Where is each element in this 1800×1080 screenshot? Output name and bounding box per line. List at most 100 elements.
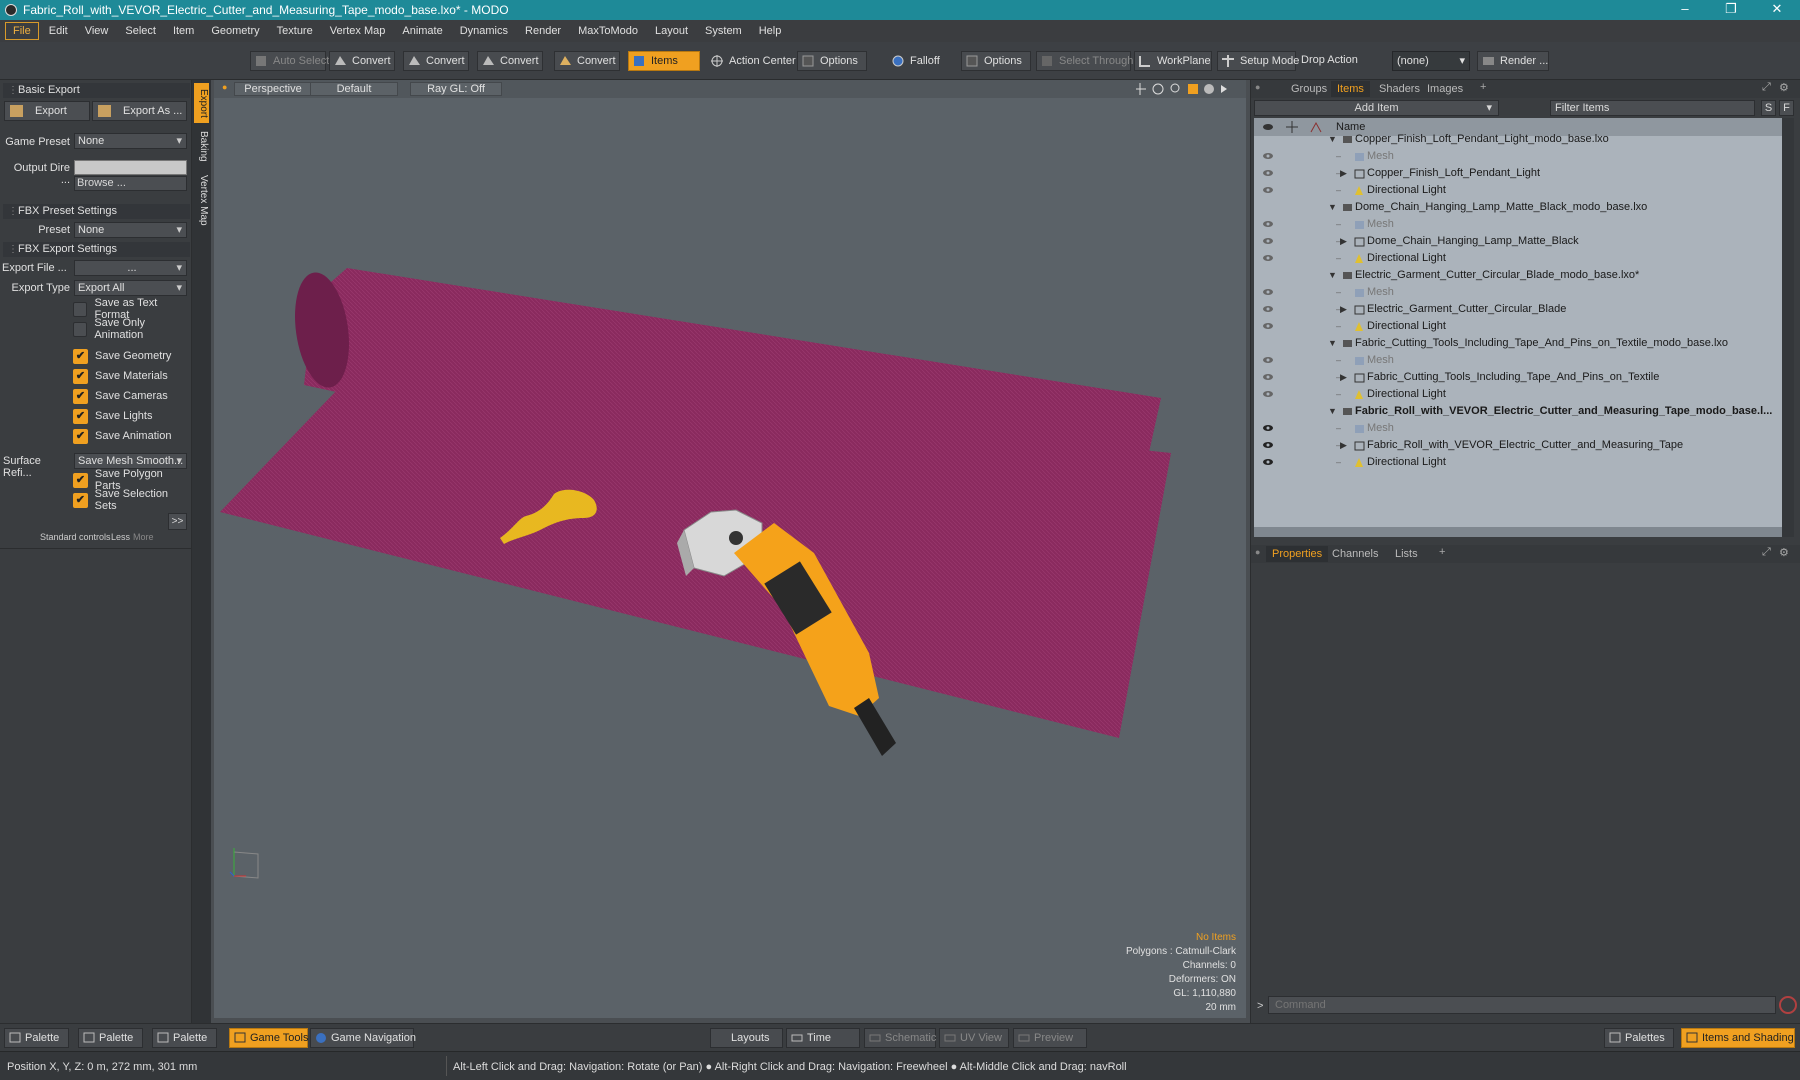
expand-arrow-icon[interactable]: ▼ (1328, 267, 1337, 284)
checkbox-save-materials[interactable]: ✔ Save Materials (73, 368, 168, 384)
setup-mode-button[interactable]: Setup Mode (1217, 51, 1299, 71)
items-and-shading-button[interactable]: Items and Shading (1681, 1028, 1795, 1048)
rotate-view-icon[interactable] (1152, 83, 1164, 95)
maximize-panel-icon[interactable]: ⤢ (1762, 81, 1771, 94)
game-navigation-button[interactable]: Game Navigation (310, 1028, 416, 1048)
collapse-arrow-icon[interactable]: ▶ (1340, 437, 1347, 454)
viewport-menu-icon[interactable]: ● (222, 82, 227, 92)
menu-dynamics[interactable]: Dynamics (453, 23, 515, 39)
mesh-row[interactable]: – Mesh (1254, 216, 1782, 233)
menu-view[interactable]: View (78, 23, 116, 39)
checkbox-save-lights[interactable]: ✔ Save Lights (73, 408, 152, 424)
menu-file[interactable]: File (5, 22, 39, 40)
visibility-eye-icon[interactable] (1263, 304, 1273, 314)
expand-arrow-icon[interactable]: ▼ (1328, 131, 1337, 148)
mesh-row[interactable]: – Mesh (1254, 352, 1782, 369)
menu-render[interactable]: Render (518, 23, 568, 39)
checkbox-unchecked-icon[interactable] (73, 321, 88, 337)
add-tab-icon[interactable]: + (1439, 546, 1445, 558)
group-row[interactable]: – ▶ Fabric_Roll_with_VEVOR_Electric_Cutter… (1254, 437, 1782, 454)
menu-animate[interactable]: Animate (395, 23, 449, 39)
fbx-export-settings-header[interactable]: FBX Export Settings (3, 242, 190, 257)
action-center-button[interactable]: Action Center (706, 51, 796, 71)
checkbox-unchecked-icon[interactable] (73, 301, 88, 317)
visibility-eye-icon[interactable] (1263, 151, 1273, 161)
tab-groups[interactable]: Groups (1285, 81, 1333, 97)
viewport-nav-icons[interactable] (1136, 82, 1236, 96)
menu-system[interactable]: System (698, 23, 749, 39)
export-as-button[interactable]: Export As ... (92, 101, 187, 121)
expand-arrow-icon[interactable]: ▼ (1328, 199, 1337, 216)
collapse-arrow-icon[interactable]: ▶ (1340, 301, 1347, 318)
workplane-button[interactable]: WorkPlane (1134, 51, 1212, 71)
maximize-panel-icon[interactable]: ⤢ (1762, 546, 1771, 559)
close-button[interactable]: ✕ (1754, 0, 1800, 20)
light-row[interactable]: – Directional Light (1254, 182, 1782, 199)
3d-viewport[interactable]: ● Perspective Default Ray GL: Off No Ite… (214, 80, 1246, 1018)
options-button-2[interactable]: Options (961, 51, 1031, 71)
checkbox-save-geometry[interactable]: ✔ Save Geometry (73, 348, 171, 364)
checkbox-save-cameras[interactable]: ✔ Save Cameras (73, 388, 168, 404)
palette-button-1[interactable]: Palette (4, 1028, 69, 1048)
tab-export[interactable]: Export (194, 83, 209, 123)
menu-texture[interactable]: Texture (270, 23, 320, 39)
group-row[interactable]: – ▶ Fabric_Cutting_Tools_Including_Tape_An… (1254, 369, 1782, 386)
panel-menu-icon[interactable]: ● (1255, 82, 1260, 92)
visibility-eye-icon[interactable] (1263, 355, 1273, 365)
checkbox-checked-icon[interactable]: ✔ (73, 348, 88, 364)
output-dir-field[interactable] (74, 160, 187, 175)
light-row[interactable]: – Directional Light (1254, 454, 1782, 471)
scene-row[interactable]: ▼ Fabric_Cutting_Tools_Including_Tape_And… (1254, 335, 1782, 352)
light-row[interactable]: – Directional Light (1254, 318, 1782, 335)
convert-button-2[interactable]: Convert (403, 51, 469, 71)
s-filter-button[interactable]: S (1761, 100, 1776, 116)
checkbox-save-animation[interactable]: ✔ Save Animation (73, 428, 171, 444)
tab-channels[interactable]: Channels (1326, 546, 1384, 562)
more-options-button[interactable]: >> (168, 513, 187, 530)
schematic-button[interactable]: Schematic (864, 1028, 936, 1048)
tab-vertex-map[interactable]: Vertex Map (194, 170, 209, 230)
restore-button[interactable]: ❐ (1708, 0, 1754, 20)
game-preset-select[interactable]: None (74, 133, 187, 149)
falloff-button[interactable]: Falloff (887, 51, 947, 71)
checkbox-checked-icon[interactable]: ✔ (73, 492, 88, 508)
render-button[interactable]: Render ... (1477, 51, 1549, 71)
command-input[interactable] (1268, 996, 1776, 1014)
light-row[interactable]: – Directional Light (1254, 250, 1782, 267)
add-item-button[interactable]: Add Item ▾ (1254, 100, 1499, 116)
layouts-button[interactable]: Layouts (710, 1028, 783, 1048)
visibility-eye-icon[interactable] (1263, 440, 1273, 450)
tab-lists[interactable]: Lists (1389, 546, 1424, 562)
export-file-select[interactable]: ... (74, 260, 187, 276)
checkbox-checked-icon[interactable]: ✔ (73, 472, 88, 488)
tab-items[interactable]: Items (1331, 81, 1370, 97)
visibility-eye-icon[interactable] (1263, 185, 1273, 195)
menu-item[interactable]: Item (166, 23, 201, 39)
palette-button-2[interactable]: Palette (78, 1028, 143, 1048)
minimize-button[interactable]: – (1662, 0, 1708, 20)
checkbox-checked-icon[interactable]: ✔ (73, 408, 88, 424)
collapse-arrow-icon[interactable]: ▶ (1340, 369, 1347, 386)
menu-vertex-map[interactable]: Vertex Map (323, 23, 393, 39)
export-button[interactable]: Export (4, 101, 90, 121)
visibility-eye-icon[interactable] (1263, 253, 1273, 263)
items-horizontal-scrollbar[interactable] (1254, 527, 1782, 537)
surface-refinement-select[interactable]: Save Mesh Smooth... (74, 453, 187, 469)
convert-button-4[interactable]: Convert (554, 51, 620, 71)
preview-button[interactable]: Preview (1013, 1028, 1087, 1048)
items-scrollbar[interactable] (1782, 118, 1794, 537)
panel-menu-icon[interactable]: ● (1255, 547, 1260, 557)
group-row[interactable]: – ▶ Dome_Chain_Hanging_Lamp_Matte_Black (1254, 233, 1782, 250)
checkbox-checked-icon[interactable]: ✔ (73, 388, 88, 404)
menu-geometry[interactable]: Geometry (204, 23, 266, 39)
tab-images[interactable]: Images (1421, 81, 1469, 97)
visibility-eye-icon[interactable] (1263, 321, 1273, 331)
options-button-1[interactable]: Options (797, 51, 867, 71)
tab-properties[interactable]: Properties (1266, 546, 1329, 562)
arrow-right-icon[interactable] (1221, 85, 1227, 93)
export-type-select[interactable]: Export All (74, 280, 187, 296)
checkbox-save-polygon-parts[interactable]: ✔ Save Polygon Parts (73, 468, 191, 492)
gear-icon[interactable]: ⚙ (1779, 81, 1789, 94)
collapse-arrow-icon[interactable]: ▶ (1340, 165, 1347, 182)
less-link[interactable]: Less (111, 532, 130, 542)
